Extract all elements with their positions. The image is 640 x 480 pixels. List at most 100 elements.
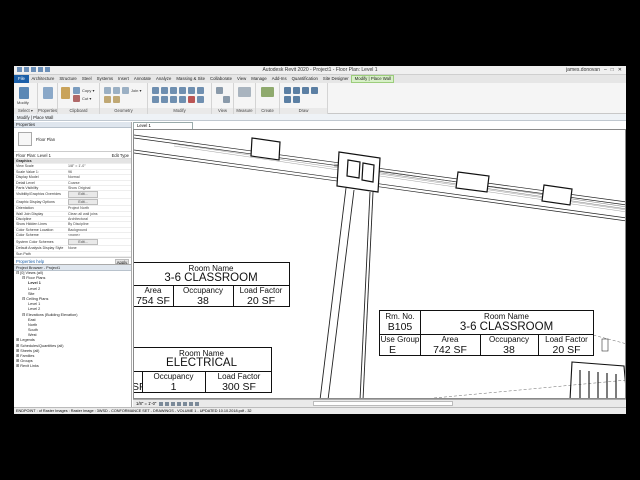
close-icon[interactable]: ✕ xyxy=(618,67,622,73)
ribbon-group-properties: Properties xyxy=(38,83,58,114)
tab-view[interactable]: View xyxy=(235,75,249,83)
detail-level-icon[interactable] xyxy=(159,402,163,406)
tab-systems[interactable]: Systems xyxy=(94,75,115,83)
tab-steel[interactable]: Steel xyxy=(79,75,94,83)
ribbon-group-select: Modify Select ▾ xyxy=(14,83,38,114)
pick-lines-icon[interactable] xyxy=(293,96,300,103)
tab-quantification[interactable]: Quantification xyxy=(289,75,320,83)
property-row[interactable]: Sun Path xyxy=(14,251,131,257)
line-icon[interactable] xyxy=(284,87,291,94)
property-value[interactable]: Edit... xyxy=(66,190,131,199)
properties-icon[interactable] xyxy=(43,87,53,99)
modify-arrow-icon[interactable] xyxy=(19,87,29,99)
polygon-icon[interactable] xyxy=(302,87,309,94)
type-selector[interactable]: Floor Plan xyxy=(14,128,131,152)
maximize-icon[interactable]: □ xyxy=(611,67,614,73)
ribbon-group-geometry: Join ▾ Geometry xyxy=(100,83,148,114)
tab-manage[interactable]: Manage xyxy=(249,75,270,83)
temporary-hide-icon[interactable] xyxy=(195,402,199,406)
copy-element-icon[interactable] xyxy=(188,87,195,94)
scale-icon[interactable] xyxy=(179,96,186,103)
ribbon-panel: Modify Select ▾ Properties Copy ▾ Cut ▾ … xyxy=(14,83,626,114)
cut-icon[interactable] xyxy=(73,95,80,102)
property-value[interactable] xyxy=(66,251,131,257)
browser-item[interactable]: ⊞ Revit Links xyxy=(14,364,131,369)
tab-analyze[interactable]: Analyze xyxy=(154,75,174,83)
cut-geometry-icon[interactable] xyxy=(113,87,120,94)
edit-button[interactable]: Edit... xyxy=(68,198,98,205)
split-face-icon[interactable] xyxy=(113,96,120,103)
rotate-icon[interactable] xyxy=(197,87,204,94)
arc-icon[interactable] xyxy=(284,96,291,103)
room-tag-classroom-left[interactable]: Room Name 3-6 CLASSROOM Area 754 SF Occu… xyxy=(134,262,290,307)
horizontal-scrollbar[interactable] xyxy=(313,401,453,406)
copy-icon[interactable] xyxy=(73,87,80,94)
view-scale[interactable]: 1/8" = 1'-0" xyxy=(136,401,156,406)
room-name-label: Room Name xyxy=(484,312,529,321)
circle-icon[interactable] xyxy=(311,87,318,94)
user-name[interactable]: james.donovan xyxy=(566,67,600,73)
mirror-icon[interactable] xyxy=(170,87,177,94)
tab-add-ins[interactable]: Add-Ins xyxy=(269,75,289,83)
tab-architecture[interactable]: Architecture xyxy=(29,75,57,83)
edit-type-button[interactable]: Edit Type xyxy=(112,152,129,159)
modify-label: Modify xyxy=(17,100,29,105)
area-label: Area xyxy=(144,286,162,295)
show-crop-icon[interactable] xyxy=(189,402,193,406)
cut-label[interactable]: Cut ▾ xyxy=(82,96,91,101)
tab-insert[interactable]: Insert xyxy=(116,75,132,83)
property-row[interactable]: Visibility/Graphics Overrides Edit... xyxy=(14,190,131,199)
load-factor-value: 20 SF xyxy=(246,295,275,307)
join-label[interactable]: Join ▾ xyxy=(131,88,141,93)
override-icon[interactable] xyxy=(223,96,230,103)
load-factor-value: 300 SF xyxy=(222,381,256,393)
occupancy-value: 38 xyxy=(503,344,515,356)
property-row[interactable]: System Color Schemes Edit... xyxy=(14,238,131,247)
tab-modify-place-wall[interactable]: Modify | Place Wall xyxy=(351,75,395,83)
property-row[interactable]: Graphic Display Options Edit... xyxy=(14,198,131,207)
property-value[interactable]: Edit... xyxy=(66,238,131,247)
split-icon[interactable] xyxy=(161,96,168,103)
crop-view-icon[interactable] xyxy=(183,402,187,406)
tab-massing-site[interactable]: Massing & Site xyxy=(174,75,208,83)
sun-path-icon[interactable] xyxy=(171,402,175,406)
property-name: Graphic Display Options xyxy=(14,198,66,207)
edit-button[interactable]: Edit... xyxy=(68,191,98,198)
measure-icon[interactable] xyxy=(238,87,251,97)
tab-annotate[interactable]: Annotate xyxy=(131,75,153,83)
tab-file[interactable]: File xyxy=(14,75,29,83)
minimize-icon[interactable]: – xyxy=(604,67,607,73)
status-bar: ENDPOINT : of Raster Images : Raster Ima… xyxy=(14,407,626,414)
room-tag-electrical[interactable]: Room Name ELECTRICAL SF Occupancy 1 Load… xyxy=(134,347,272,393)
hide-icon[interactable] xyxy=(216,87,223,94)
edit-button[interactable]: Edit... xyxy=(68,238,98,245)
tab-collaborate[interactable]: Collaborate xyxy=(208,75,235,83)
copy-label[interactable]: Copy ▾ xyxy=(82,88,94,93)
tab-structure[interactable]: Structure xyxy=(57,75,79,83)
visual-style-icon[interactable] xyxy=(165,402,169,406)
offset-icon[interactable] xyxy=(161,87,168,94)
paint-icon[interactable] xyxy=(104,96,111,103)
room-tag-b105[interactable]: Rm. No. B105 Room Name 3-6 CLASSROOM Use… xyxy=(379,310,594,356)
paste-icon[interactable] xyxy=(61,87,70,99)
trim-icon[interactable] xyxy=(152,96,159,103)
ribbon-group-draw: Draw xyxy=(280,83,328,114)
drawing-canvas[interactable]: Room Name 3-6 CLASSROOM Area 754 SF Occu… xyxy=(133,129,626,399)
join-geometry-icon[interactable] xyxy=(122,87,129,94)
delete-icon[interactable] xyxy=(188,96,195,103)
align-icon[interactable] xyxy=(152,87,159,94)
pin-icon[interactable] xyxy=(197,96,204,103)
instance-selector[interactable]: Floor Plan: Level 1 Edit Type xyxy=(14,152,131,159)
cope-icon[interactable] xyxy=(104,87,111,94)
floor-plan-thumbnail-icon xyxy=(18,132,32,146)
shadows-icon[interactable] xyxy=(177,402,181,406)
view-tab-level-1[interactable]: Level 1 xyxy=(133,122,193,129)
array-icon[interactable] xyxy=(170,96,177,103)
create-similar-icon[interactable] xyxy=(261,87,274,97)
use-group-label: Use Group xyxy=(380,335,420,344)
rectangle-icon[interactable] xyxy=(293,87,300,94)
property-value[interactable]: Edit... xyxy=(66,198,131,207)
property-name: Default Analysis Display Style xyxy=(14,245,66,252)
tab-site-designer[interactable]: Site Designer xyxy=(320,75,351,83)
move-icon[interactable] xyxy=(179,87,186,94)
